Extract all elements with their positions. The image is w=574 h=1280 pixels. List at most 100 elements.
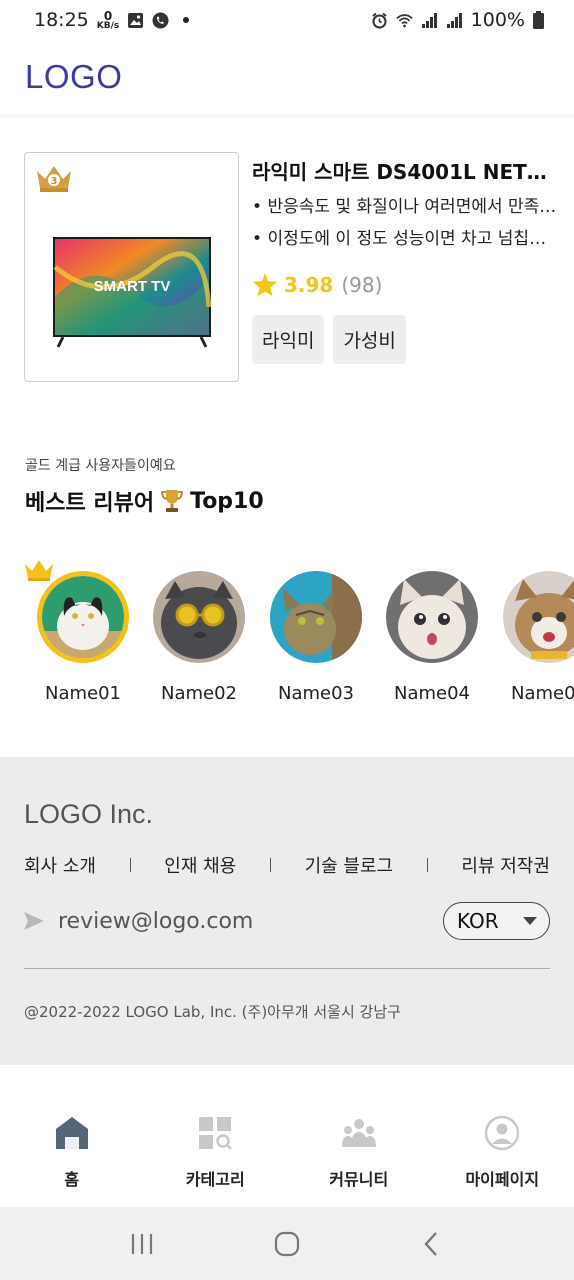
avatar[interactable] <box>37 571 129 663</box>
system-nav-bar <box>0 1207 574 1280</box>
community-icon <box>341 1119 376 1147</box>
wifi-icon <box>395 13 413 27</box>
nav-label-category: 카테고리 <box>185 1170 245 1189</box>
nav-label-home: 홈 <box>64 1170 80 1189</box>
nav-item-mypage[interactable]: 마이페이지 <box>431 1115 574 1190</box>
divider <box>129 858 131 872</box>
category-icon <box>199 1117 233 1150</box>
best-reviewers-title: 베스트 리뷰어 Top10 <box>25 485 264 517</box>
footer-logo: LOGO Inc. <box>24 799 154 829</box>
footer-link-copyright[interactable]: 리뷰 저작권 <box>461 852 550 878</box>
footer-link-careers[interactable]: 인재 채용 <box>164 852 236 878</box>
home-icon <box>55 1117 88 1149</box>
notification-dot <box>183 17 190 23</box>
avatar[interactable] <box>270 571 362 663</box>
reviewer-name: Name02 <box>160 683 237 704</box>
nav-label-community: 커뮤니티 <box>329 1170 389 1189</box>
avatar[interactable] <box>386 571 478 663</box>
tag-chip[interactable]: 가성비 <box>333 315 406 364</box>
send-icon <box>24 912 44 930</box>
signal-icon-2 <box>446 12 462 28</box>
contact-email[interactable]: review@logo.com <box>58 909 253 934</box>
avatar[interactable] <box>153 571 245 663</box>
copyright-text: @2022-2022 LOGO Lab, Inc. (주)아무개 서울시 강남구 <box>24 1003 401 1021</box>
language-value: KOR <box>457 909 499 933</box>
best-reviewers-title-text: 베스트 리뷰어 <box>25 491 155 516</box>
status-left: 18:25 0 KB/s <box>34 9 190 31</box>
status-bar: 18:25 0 KB/s 100% <box>0 0 574 40</box>
mypage-icon <box>485 1115 520 1151</box>
cat-photo-2 <box>153 571 245 663</box>
best-reviewers-subtitle: 골드 계급 사용자들이예요 <box>25 458 176 474</box>
status-time: 18:25 <box>34 9 89 31</box>
header-logo[interactable]: LOGO <box>25 58 122 96</box>
chevron-down-icon <box>523 917 537 925</box>
footer-links: 회사 소개 인재 채용 기술 블로그 리뷰 저작권 <box>24 852 550 878</box>
network-speed: 0 KB/s <box>97 10 119 31</box>
footer-link-tech-blog[interactable]: 기술 블로그 <box>305 852 394 878</box>
app-header: LOGO <box>0 40 574 118</box>
best-reviewers-header: 골드 계급 사용자들이예요 베스트 리뷰어 Top10 <box>25 455 264 517</box>
review-snippet-2-text: 이정도에 이 정도 성능이면 차고 넘칩니다 <box>267 229 557 248</box>
avatar[interactable] <box>503 571 574 663</box>
rating-count: (98) <box>341 273 383 297</box>
network-speed-unit: KB/s <box>96 20 120 31</box>
network-speed-value: 0 <box>103 8 113 23</box>
site-footer: LOGO Inc. 회사 소개 인재 채용 기술 블로그 리뷰 저작권 revi… <box>0 757 574 1065</box>
gallery-icon <box>128 12 144 28</box>
status-right: 100% <box>371 9 544 31</box>
bottom-nav: 홈 카테고리 커뮤니티 마이페이지 <box>0 1095 574 1207</box>
product-card[interactable]: 3 SMART TV 라익미 스마트 DS4001L NETRANGE 40인치… <box>24 152 574 384</box>
reviewer-carousel[interactable]: Name01 Name02 Name03 Name04 Name0 <box>24 558 574 718</box>
rating-score: 3.98 <box>284 273 334 297</box>
star-icon <box>253 273 277 297</box>
reviewer-item[interactable]: Name04 <box>377 558 487 704</box>
battery-level: 100% <box>470 9 525 31</box>
divider <box>426 858 428 872</box>
review-snippet-1: • 반응속도 및 화질이나 여러면에서 만족스럽습니다 <box>252 192 557 216</box>
footer-link-about[interactable]: 회사 소개 <box>24 852 96 878</box>
tag-chip[interactable]: 라익미 <box>252 315 325 364</box>
review-snippet-2: • 이정도에 이 정도 성능이면 차고 넘칩니다 <box>252 224 557 248</box>
battery-icon <box>533 11 544 29</box>
reviewer-item[interactable]: Name03 <box>261 558 371 704</box>
best-reviewers-title-suffix: Top10 <box>190 488 264 514</box>
reviewer-name: Name05 <box>510 683 574 704</box>
alarm-icon <box>372 12 387 28</box>
nav-label-mypage: 마이페이지 <box>465 1170 540 1189</box>
nav-item-community[interactable]: 커뮤니티 <box>287 1115 430 1190</box>
call-icon <box>152 12 169 28</box>
back-icon[interactable] <box>417 1229 447 1259</box>
cat-photo-3 <box>270 571 362 663</box>
signal-icon <box>421 12 437 28</box>
nav-item-home[interactable]: 홈 <box>0 1115 143 1190</box>
footer-divider <box>24 968 550 969</box>
divider <box>269 858 271 872</box>
email-contact[interactable]: review@logo.com <box>24 909 253 934</box>
reviewer-item[interactable]: Name02 <box>144 558 254 704</box>
tag-list: 라익미 가성비 <box>252 315 557 364</box>
rank-number: 3 <box>51 176 58 187</box>
reviewer-name: Name01 <box>44 683 121 704</box>
reviewer-item[interactable]: Name05 <box>494 558 574 704</box>
recent-apps-icon[interactable] <box>127 1229 157 1259</box>
product-thumbnail[interactable]: 3 SMART TV <box>24 152 239 382</box>
cat-photo-1 <box>42 576 124 658</box>
rank-crown-icon: 3 <box>37 166 71 192</box>
cat-photo-4 <box>386 571 478 663</box>
tv-screen-text: SMART TV <box>94 278 171 295</box>
contact-row: review@logo.com KOR <box>24 902 550 940</box>
reviewer-name: Name04 <box>393 683 470 704</box>
cat-photo-5 <box>503 571 574 663</box>
product-info: 라익미 스마트 DS4001L NETRANGE 40인치 FHD TV • 반… <box>252 152 557 364</box>
home-button-icon[interactable] <box>272 1229 302 1259</box>
product-title[interactable]: 라익미 스마트 DS4001L NETRANGE 40인치 FHD TV <box>252 156 557 184</box>
nav-item-category[interactable]: 카테고리 <box>144 1115 287 1190</box>
reviewer-item[interactable]: Name01 <box>28 558 138 704</box>
trophy-icon <box>161 490 184 512</box>
tv-product-image: SMART TV <box>53 237 211 348</box>
review-snippet-1-text: 반응속도 및 화질이나 여러면에서 만족스럽습니다 <box>267 197 557 216</box>
rating: 3.98 (98) <box>252 270 557 300</box>
reviewer-name: Name03 <box>277 683 354 704</box>
language-select[interactable]: KOR <box>443 902 550 940</box>
